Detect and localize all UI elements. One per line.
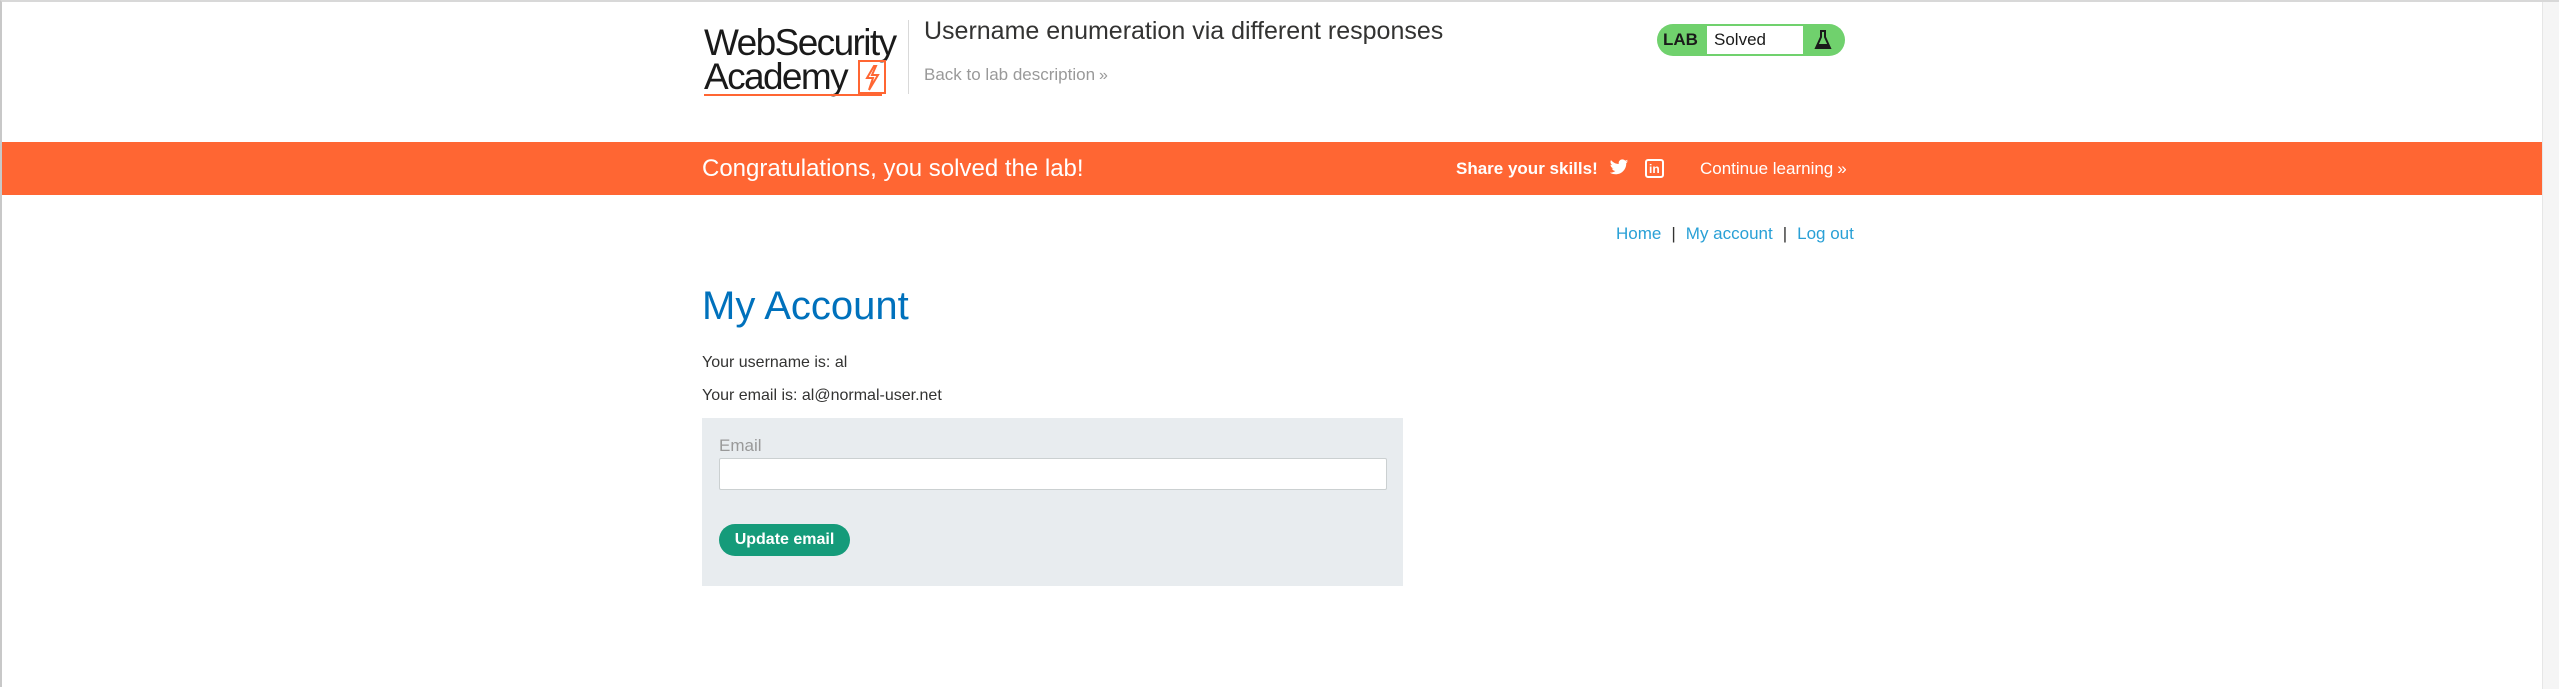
lab-status-value: Solved bbox=[1707, 26, 1803, 54]
congratulations-message: Congratulations, you solved the lab! bbox=[702, 155, 1084, 182]
update-email-button[interactable]: Update email bbox=[719, 524, 850, 556]
nav-home-link[interactable]: Home bbox=[1616, 224, 1661, 243]
nav-separator: | bbox=[1671, 224, 1676, 243]
email-input[interactable] bbox=[719, 458, 1387, 490]
page-title: My Account bbox=[702, 284, 909, 328]
change-email-form: Email Update email bbox=[702, 418, 1403, 586]
linkedin-icon[interactable]: in bbox=[1645, 159, 1664, 178]
logo-line-2: Academy bbox=[704, 56, 849, 97]
continue-learning-link[interactable]: Continue learning» bbox=[1700, 142, 1847, 195]
logo-underline bbox=[704, 94, 882, 96]
twitter-icon[interactable] bbox=[1609, 159, 1629, 181]
continue-learning-label: Continue learning bbox=[1700, 159, 1834, 178]
lab-status-widget: LAB Solved bbox=[1657, 24, 1845, 56]
top-nav: Home | My account | Log out bbox=[1616, 224, 1854, 244]
solved-banner: Congratulations, you solved the lab! Sha… bbox=[2, 142, 2542, 195]
double-chevron-right-icon: » bbox=[1099, 67, 1108, 84]
username-text: Your username is: al bbox=[702, 354, 848, 371]
nav-my-account-link[interactable]: My account bbox=[1686, 224, 1773, 243]
lab-tag: LAB bbox=[1663, 30, 1698, 49]
logo-bolt-icon bbox=[858, 60, 886, 94]
scrollbar[interactable] bbox=[2542, 2, 2559, 689]
back-link-label: Back to lab description bbox=[924, 65, 1096, 84]
nav-logout-link[interactable]: Log out bbox=[1797, 224, 1854, 243]
websecurity-academy-logo[interactable]: WebSecurity Academy bbox=[704, 22, 904, 96]
double-chevron-right-icon: » bbox=[1837, 159, 1847, 178]
header-divider bbox=[908, 20, 909, 94]
back-to-lab-description-link[interactable]: Back to lab description» bbox=[924, 65, 1108, 85]
nav-separator: | bbox=[1782, 224, 1788, 243]
flask-icon bbox=[1811, 28, 1835, 52]
share-skills-label: Share your skills! bbox=[1456, 159, 1598, 178]
lab-header: WebSecurity Academy Username enumeration… bbox=[702, 2, 1845, 142]
email-text: Your email is: al@normal-user.net bbox=[702, 387, 942, 404]
lab-title: Username enumeration via different respo… bbox=[924, 17, 1444, 45]
email-label: Email bbox=[719, 436, 762, 455]
